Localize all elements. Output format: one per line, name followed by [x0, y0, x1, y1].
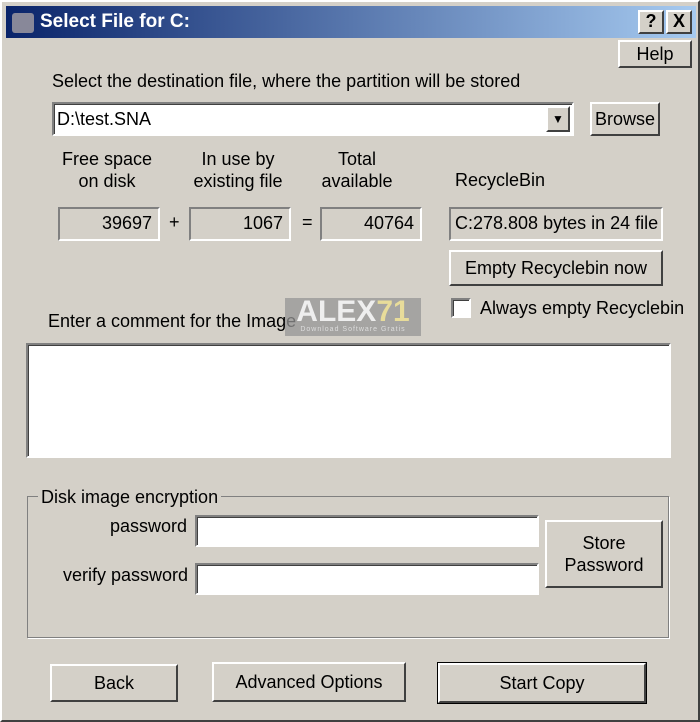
start-copy-button[interactable]: Start Copy [437, 662, 647, 704]
in-use-value: 1067 [189, 207, 291, 241]
in-use-label: In use by existing file [193, 149, 283, 191]
recyclebin-value: C:278.808 bytes in 24 file [449, 207, 663, 241]
empty-recyclebin-button[interactable]: Empty Recyclebin now [449, 250, 663, 286]
always-empty-label[interactable]: Always empty Recyclebin [480, 298, 684, 319]
store-password-button[interactable]: Store Password [545, 520, 663, 588]
app-icon [12, 13, 34, 33]
recyclebin-label: RecycleBin [455, 170, 546, 190]
help-button[interactable]: Help [618, 40, 692, 68]
advanced-options-button[interactable]: Advanced Options [212, 662, 406, 702]
dialog-window: Select File for C: ? X Help Select the d… [0, 0, 700, 722]
total-available-value: 40764 [320, 207, 422, 241]
verify-password-input[interactable] [195, 563, 539, 595]
always-empty-checkbox[interactable] [451, 298, 471, 318]
password-label: password [110, 516, 188, 536]
comment-label: Enter a comment for the Image [48, 311, 297, 331]
plus-sign: + [169, 212, 180, 232]
title-bar: Select File for C: [6, 6, 696, 38]
free-space-value: 39697 [58, 207, 160, 241]
window-title: Select File for C: [40, 11, 190, 32]
total-available-label: Total available [321, 149, 393, 191]
watermark-logo: ALEX71 Download Software Gratis [285, 297, 421, 336]
verify-password-label: verify password [63, 565, 189, 585]
equals-sign: = [302, 212, 313, 232]
destination-label: Select the destination file, where the p… [52, 71, 521, 91]
comment-textarea[interactable] [26, 343, 671, 458]
encryption-legend: Disk image encryption [38, 487, 222, 508]
close-button[interactable]: X [666, 10, 692, 34]
dropdown-arrow-icon[interactable]: ▼ [546, 106, 570, 132]
destination-combobox[interactable]: D:\test.SNA ▼ [52, 102, 574, 136]
password-input[interactable] [195, 515, 539, 547]
context-help-button[interactable]: ? [638, 10, 664, 34]
back-button[interactable]: Back [50, 664, 178, 702]
browse-button[interactable]: Browse [590, 102, 660, 136]
free-space-label: Free space on disk [61, 149, 153, 191]
destination-input[interactable]: D:\test.SNA [57, 109, 151, 130]
